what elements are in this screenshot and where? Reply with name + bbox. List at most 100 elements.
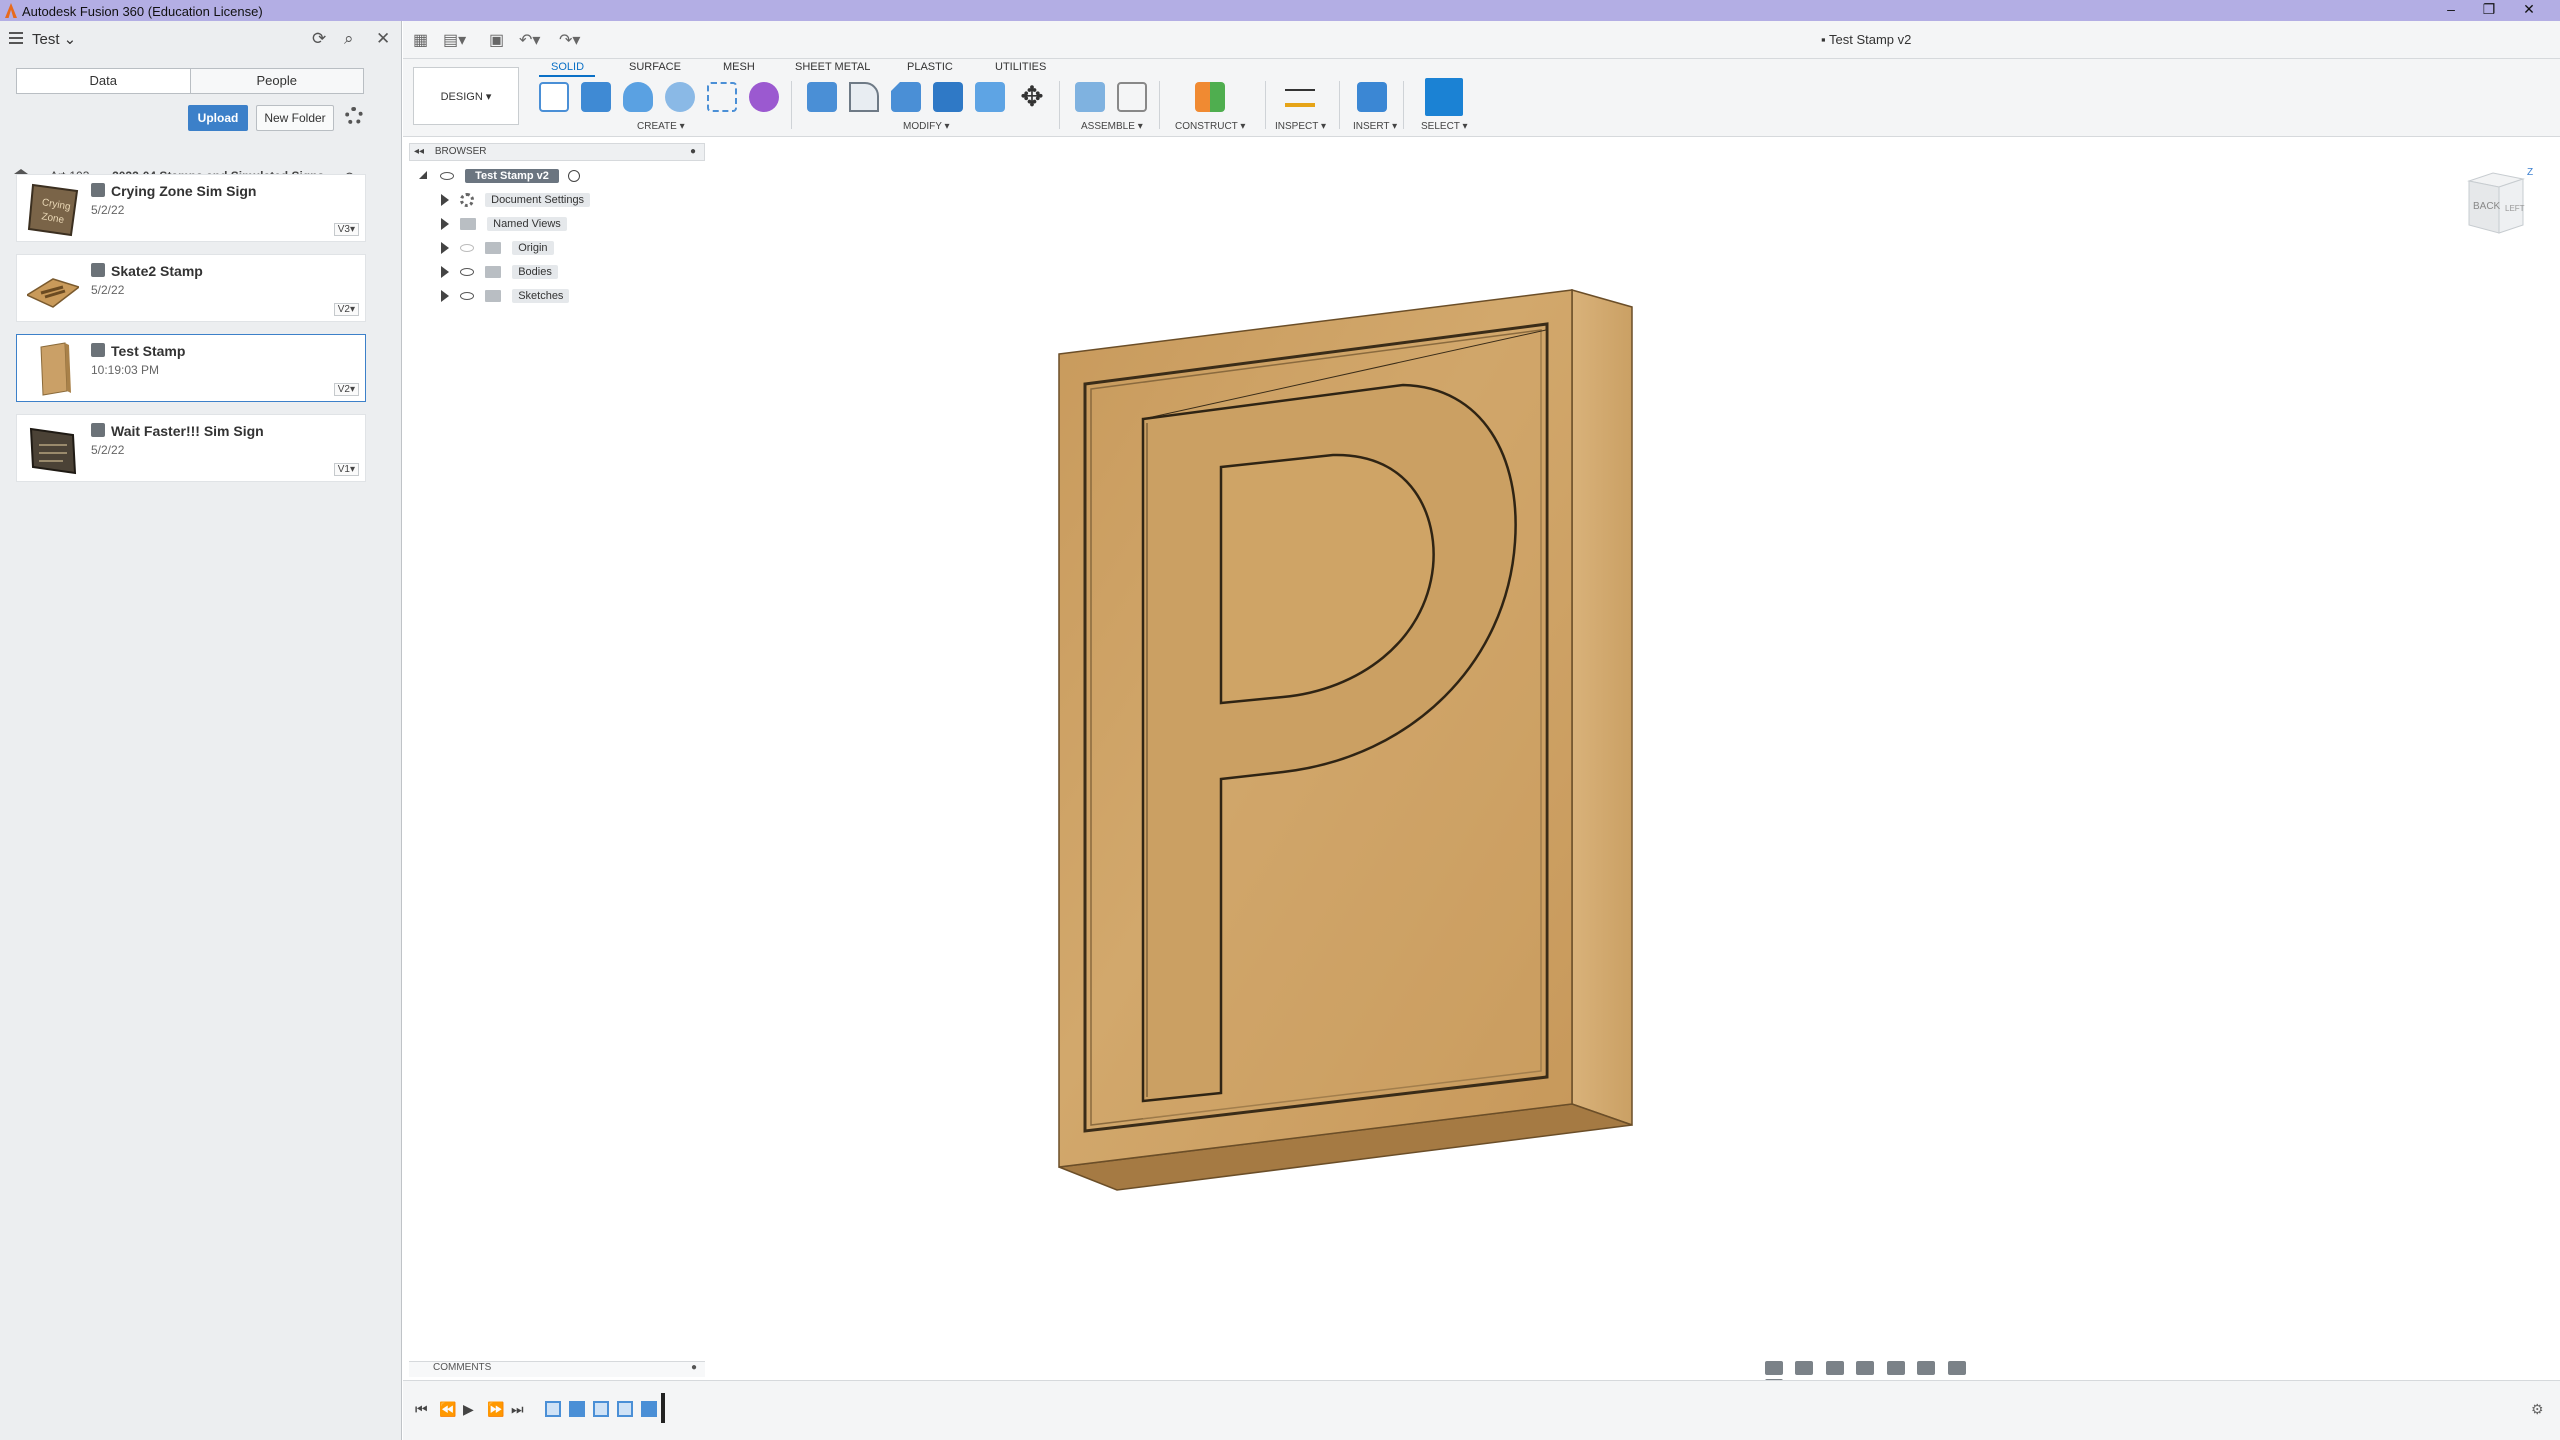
timeline-extrude-feature[interactable] — [569, 1401, 585, 1417]
extrude-icon[interactable] — [581, 82, 611, 112]
press-pull-icon[interactable] — [807, 82, 837, 112]
fit-icon[interactable] — [1886, 1360, 1905, 1375]
file-card[interactable]: Skate2 Stamp 5/2/22 V2▾ — [16, 254, 366, 322]
pan-icon[interactable] — [1825, 1360, 1844, 1375]
data-panel: Test ⌄ ⟳ ⌕ ✕ Data People Upload New Fold… — [0, 21, 402, 1440]
version-badge[interactable]: V2▾ — [333, 383, 359, 396]
fillet-icon[interactable] — [849, 82, 879, 112]
toolbar-separator — [791, 81, 792, 129]
close-panel-icon[interactable]: ✕ — [376, 29, 390, 49]
tab-mesh[interactable]: MESH — [723, 61, 755, 73]
save-icon[interactable]: ▣ — [489, 30, 504, 50]
workspace-switcher[interactable]: DESIGN ▾ — [413, 67, 519, 125]
tab-people[interactable]: People — [191, 69, 364, 93]
revolve-icon[interactable] — [623, 82, 653, 112]
zoom-icon[interactable] — [1856, 1360, 1875, 1375]
file-name: Test Stamp — [111, 343, 186, 359]
comments-panel[interactable]: COMMENTS ● — [409, 1361, 705, 1377]
minimize-button[interactable]: – — [2436, 1, 2466, 17]
group-create[interactable]: CREATE ▾ — [637, 121, 685, 132]
toolbar-separator — [1265, 81, 1266, 129]
document-title: Test Stamp v2 — [1829, 32, 1912, 47]
settings-gear-icon[interactable] — [345, 107, 363, 125]
create-sketch-icon[interactable] — [539, 82, 569, 112]
timeline-sketch-feature[interactable] — [617, 1401, 633, 1417]
tab-solid[interactable]: SOLID — [551, 61, 584, 73]
move-icon[interactable]: ✥ — [1017, 82, 1047, 112]
file-card-selected[interactable]: Test Stamp 10:19:03 PM V2▾ — [16, 334, 366, 402]
measure-icon[interactable] — [1285, 89, 1315, 107]
timeline-play-icon[interactable]: ▶ — [463, 1401, 474, 1418]
document-tab[interactable]: ▪ Test Stamp v2 — [1821, 32, 1911, 47]
upload-button[interactable]: Upload — [188, 105, 248, 131]
form-icon[interactable] — [749, 82, 779, 112]
version-badge[interactable]: V3▾ — [333, 223, 359, 236]
group-assemble[interactable]: ASSEMBLE ▾ — [1081, 121, 1143, 132]
group-select[interactable]: SELECT ▾ — [1421, 121, 1468, 132]
combine-icon[interactable] — [975, 82, 1005, 112]
toolbar-separator — [1403, 81, 1404, 129]
new-component-icon[interactable] — [1075, 82, 1105, 112]
project-selector[interactable]: Test ⌄ — [32, 30, 76, 48]
group-construct[interactable]: CONSTRUCT ▾ — [1175, 121, 1245, 132]
fusion-app: { "window": {"title": "Autodesk Fusion 3… — [0, 0, 2560, 1440]
chamfer-icon[interactable] — [891, 82, 921, 112]
file-menu-icon[interactable]: ▤▾ — [443, 30, 466, 50]
document-tab-bar: ▦ ▤▾ ▣ ↶▾ ↷▾ ▪ Test Stamp v2 ✕ + — [403, 21, 2560, 59]
offset-plane-icon[interactable] — [1195, 82, 1225, 112]
file-thumbnail — [29, 427, 77, 475]
display-settings-icon[interactable] — [1917, 1360, 1936, 1375]
file-thumbnail — [27, 278, 79, 308]
restore-button[interactable]: ❐ — [2474, 1, 2504, 18]
tab-utilities[interactable]: UTILITIES — [995, 61, 1046, 73]
grid-settings-icon[interactable] — [1947, 1360, 1966, 1375]
panel-tabs: Data People — [16, 68, 364, 94]
file-name: Skate2 Stamp — [111, 263, 203, 279]
file-thumbnail: Crying Zone — [27, 183, 79, 237]
file-date: 5/2/22 — [91, 443, 125, 457]
app-grid-icon[interactable]: ▦ — [413, 30, 428, 50]
group-modify[interactable]: MODIFY ▾ — [903, 121, 950, 132]
tab-sheet-metal[interactable]: SHEET METAL — [795, 61, 870, 73]
canvas-viewport[interactable]: ◂◂ BROWSER ● Test Stamp v2 Document Sett… — [403, 137, 2560, 1393]
timeline-end-icon[interactable]: ⏭ — [511, 1401, 524, 1418]
tab-surface[interactable]: SURFACE — [629, 61, 681, 73]
menu-icon[interactable] — [9, 32, 23, 47]
redo-icon[interactable]: ↷▾ — [559, 30, 580, 50]
close-window-button[interactable]: ✕ — [2514, 1, 2544, 18]
tab-plastic[interactable]: PLASTIC — [907, 61, 953, 73]
timeline-settings-icon[interactable]: ⚙ — [2531, 1401, 2544, 1418]
version-badge[interactable]: V2▾ — [333, 303, 359, 316]
version-badge[interactable]: V1▾ — [333, 463, 359, 476]
fusion-logo-icon — [5, 3, 17, 18]
project-name: Test — [32, 31, 60, 48]
file-date: 5/2/22 — [91, 203, 125, 217]
tab-data[interactable]: Data — [17, 69, 191, 93]
pattern-icon[interactable] — [707, 82, 737, 112]
group-insert[interactable]: INSERT ▾ — [1353, 121, 1397, 132]
timeline-start-icon[interactable]: ⏮ — [415, 1401, 428, 1418]
hole-icon[interactable] — [665, 82, 695, 112]
orbit-icon[interactable] — [1765, 1360, 1783, 1375]
comments-pin-icon[interactable]: ● — [691, 1362, 697, 1373]
search-icon[interactable]: ⌕ — [344, 29, 354, 49]
joint-icon[interactable] — [1117, 82, 1147, 112]
timeline-sketch-feature[interactable] — [593, 1401, 609, 1417]
timeline-forward-icon[interactable]: ⏩ — [487, 1401, 504, 1418]
file-card[interactable]: Crying Zone Crying Zone Sim Sign 5/2/22 … — [16, 174, 366, 242]
timeline-marker[interactable] — [661, 1393, 665, 1423]
look-at-icon[interactable] — [1795, 1360, 1814, 1375]
design-cube-icon — [91, 183, 105, 197]
new-folder-button[interactable]: New Folder — [256, 105, 334, 131]
timeline-sketch-feature[interactable] — [545, 1401, 561, 1417]
title-bar: Autodesk Fusion 360 (Education License) … — [0, 0, 2560, 21]
undo-icon[interactable]: ↶▾ — [519, 30, 540, 50]
timeline-extrude-feature[interactable] — [641, 1401, 657, 1417]
select-icon[interactable] — [1425, 78, 1463, 116]
refresh-icon[interactable]: ⟳ — [312, 29, 326, 49]
group-inspect[interactable]: INSPECT ▾ — [1275, 121, 1326, 132]
timeline-back-icon[interactable]: ⏪ — [439, 1401, 456, 1418]
shell-icon[interactable] — [933, 82, 963, 112]
insert-canvas-icon[interactable] — [1357, 82, 1387, 112]
file-card[interactable]: Wait Faster!!! Sim Sign 5/2/22 V1▾ — [16, 414, 366, 482]
